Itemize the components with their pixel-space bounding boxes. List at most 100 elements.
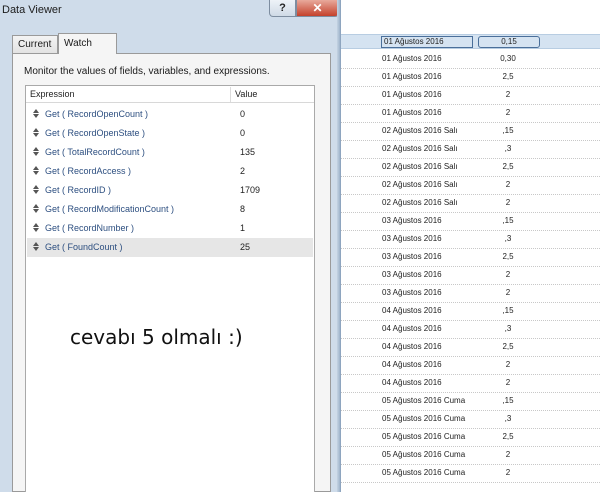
table-row[interactable]: 04 Ağustos 2016 ,15 (338, 304, 600, 321)
date-field[interactable]: 01 Ağustos 2016 (381, 36, 473, 48)
list-item[interactable]: Get ( RecordAccess ) 2 (27, 162, 313, 181)
date-field[interactable]: 01 Ağustos 2016 (382, 108, 442, 117)
table-row[interactable]: 02 Ağustos 2016 Salı 2 (338, 178, 600, 195)
table-row[interactable]: 03 Ağustos 2016 2,5 (338, 250, 600, 267)
table-row[interactable]: 01 Ağustos 2016 2 (338, 106, 600, 123)
date-field[interactable]: 05 Ağustos 2016 Cuma (382, 432, 465, 441)
date-field[interactable]: 03 Ağustos 2016 (382, 216, 442, 225)
amount-field[interactable]: ,3 (478, 324, 538, 333)
amount-field[interactable]: 2 (478, 288, 538, 297)
list-item[interactable]: Get ( RecordID ) 1709 (27, 181, 313, 200)
value-text: 0 (240, 109, 246, 119)
help-button[interactable]: ? (269, 0, 296, 17)
amount-field[interactable]: ,3 (478, 234, 538, 243)
column-divider[interactable] (230, 87, 231, 102)
table-row[interactable]: 01 Ağustos 2016 0,30 (338, 52, 600, 69)
amount-field[interactable]: 2 (478, 360, 538, 369)
amount-field[interactable]: ,15 (478, 216, 538, 225)
amount-field[interactable]: ,15 (478, 306, 538, 315)
date-field[interactable]: 02 Ağustos 2016 Salı (382, 198, 458, 207)
date-field[interactable]: 04 Ağustos 2016 (382, 360, 442, 369)
title-bar[interactable]: Data Viewer ? ✕ (0, 0, 341, 26)
amount-field[interactable]: 0,15 (478, 36, 540, 48)
tab-current[interactable]: Current (12, 35, 58, 53)
table-row[interactable]: 02 Ağustos 2016 Salı 2,5 (338, 160, 600, 177)
table-row[interactable]: 04 Ağustos 2016 2,5 (338, 340, 600, 357)
tab-watch[interactable]: Watch (58, 33, 117, 54)
sort-arrows-icon (33, 185, 39, 195)
list-item[interactable]: Get ( RecordOpenState ) 0 (27, 124, 313, 143)
date-field[interactable]: 05 Ağustos 2016 Cuma (382, 396, 465, 405)
date-field[interactable]: 01 Ağustos 2016 (382, 72, 442, 81)
table-row[interactable]: 03 Ağustos 2016 2 (338, 268, 600, 285)
value-text: 1 (240, 223, 246, 233)
table-row[interactable]: 03 Ağustos 2016 ,15 (338, 214, 600, 231)
amount-field[interactable]: ,15 (478, 126, 538, 135)
table-row[interactable]: 04 Ağustos 2016 2 (338, 376, 600, 393)
date-field[interactable]: 05 Ağustos 2016 Cuma (382, 450, 465, 459)
table-row[interactable]: 05 Ağustos 2016 Cuma ,15 (338, 394, 600, 411)
amount-field[interactable]: ,3 (478, 414, 538, 423)
expression-text: Get ( RecordOpenState ) (45, 128, 146, 138)
date-field[interactable]: 05 Ağustos 2016 Cuma (382, 414, 465, 423)
amount-field[interactable]: 0,30 (478, 54, 538, 63)
table-row[interactable]: 04 Ağustos 2016 ,3 (338, 322, 600, 339)
expression-column-header[interactable]: Expression (30, 89, 75, 99)
amount-field[interactable]: ,3 (478, 144, 538, 153)
table-row[interactable]: 02 Ağustos 2016 Salı 2 (338, 196, 600, 213)
amount-field[interactable]: 2 (478, 450, 538, 459)
date-field[interactable]: 03 Ağustos 2016 (382, 252, 442, 261)
amount-field[interactable]: 2,5 (478, 252, 538, 261)
list-item[interactable]: Get ( RecordNumber ) 1 (27, 219, 313, 238)
table-row[interactable]: 03 Ağustos 2016 2 (338, 286, 600, 303)
date-field[interactable]: 02 Ağustos 2016 Salı (382, 162, 458, 171)
date-field[interactable]: 03 Ağustos 2016 (382, 288, 442, 297)
amount-field[interactable]: 2 (478, 468, 538, 477)
date-field[interactable]: 04 Ağustos 2016 (382, 378, 442, 387)
date-field[interactable]: 03 Ağustos 2016 (382, 234, 442, 243)
date-field[interactable]: 02 Ağustos 2016 Salı (382, 180, 458, 189)
table-row[interactable]: 04 Ağustos 2016 2 (338, 358, 600, 375)
amount-field[interactable]: 2 (478, 180, 538, 189)
list-item[interactable]: Get ( TotalRecordCount ) 135 (27, 143, 313, 162)
amount-field[interactable]: ,15 (478, 396, 538, 405)
list-item-selected[interactable]: Get ( FoundCount ) 25 (27, 238, 313, 257)
date-field[interactable]: 04 Ağustos 2016 (382, 342, 442, 351)
table-row[interactable]: 01 Ağustos 2016 0,15 (338, 34, 600, 49)
date-field[interactable]: 02 Ağustos 2016 Salı (382, 144, 458, 153)
table-row[interactable]: 03 Ağustos 2016 ,3 (338, 232, 600, 249)
sort-arrows-icon (33, 109, 39, 119)
date-field[interactable]: 02 Ağustos 2016 Salı (382, 126, 458, 135)
amount-field[interactable]: 2,5 (478, 432, 538, 441)
expression-text: Get ( RecordAccess ) (45, 166, 132, 176)
date-field[interactable]: 03 Ağustos 2016 (382, 270, 442, 279)
amount-field[interactable]: 2 (478, 270, 538, 279)
table-row[interactable]: 02 Ağustos 2016 Salı ,15 (338, 124, 600, 141)
amount-field[interactable]: 2 (478, 198, 538, 207)
date-field[interactable]: 01 Ağustos 2016 (382, 90, 442, 99)
date-field[interactable]: 04 Ağustos 2016 (382, 324, 442, 333)
table-row[interactable]: 05 Ağustos 2016 Cuma 2,5 (338, 430, 600, 447)
date-field[interactable]: 01 Ağustos 2016 (382, 54, 442, 63)
amount-field[interactable]: 2,5 (478, 342, 538, 351)
table-row[interactable]: 05 Ağustos 2016 Cuma ,3 (338, 412, 600, 429)
table-row[interactable]: 01 Ağustos 2016 2 (338, 88, 600, 105)
close-button[interactable]: ✕ (296, 0, 339, 17)
watch-expression-list[interactable]: Expression Value Get ( RecordOpenCount )… (25, 85, 315, 492)
amount-field[interactable]: 2 (478, 90, 538, 99)
table-row[interactable]: 01 Ağustos 2016 2,5 (338, 70, 600, 87)
table-row[interactable]: 05 Ağustos 2016 Cuma 2 (338, 466, 600, 483)
amount-field[interactable]: 2,5 (478, 72, 538, 81)
table-row[interactable]: 02 Ağustos 2016 Salı ,3 (338, 142, 600, 159)
amount-field[interactable]: 2 (478, 108, 538, 117)
table-row[interactable]: 05 Ağustos 2016 Cuma 2 (338, 448, 600, 465)
date-field[interactable]: 05 Ağustos 2016 Cuma (382, 468, 465, 477)
amount-field[interactable]: 2,5 (478, 162, 538, 171)
date-field[interactable]: 04 Ağustos 2016 (382, 306, 442, 315)
list-item[interactable]: Get ( RecordOpenCount ) 0 (27, 105, 313, 124)
value-column-header[interactable]: Value (235, 89, 257, 99)
list-item[interactable]: Get ( RecordModificationCount ) 8 (27, 200, 313, 219)
amount-field[interactable]: 2 (478, 378, 538, 387)
sort-arrows-icon (33, 223, 39, 233)
sort-arrows-icon (33, 242, 39, 252)
